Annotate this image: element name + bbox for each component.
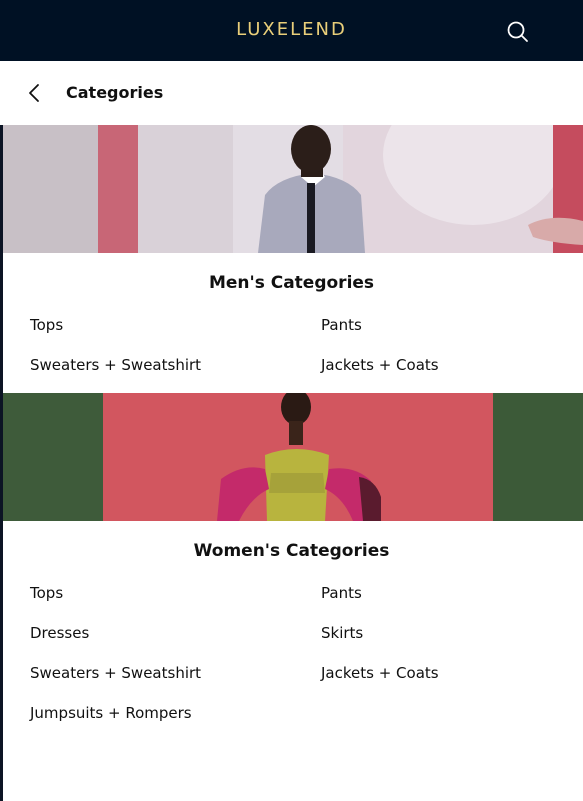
womens-category-sweaters[interactable]: Sweaters + Sweatshirt	[30, 664, 201, 682]
womens-category-dresses[interactable]: Dresses	[30, 624, 89, 642]
brand-logo[interactable]: LUXELEND	[0, 19, 583, 40]
mens-section-title: Men's Categories	[208, 273, 375, 293]
womens-section-title: Women's Categories	[193, 541, 390, 561]
chevron-left-icon	[29, 84, 39, 102]
search-button[interactable]	[505, 19, 531, 45]
womens-banner-image	[3, 393, 583, 521]
womens-category-jumpsuits[interactable]: Jumpsuits + Rompers	[30, 704, 192, 722]
page-header: Categories	[0, 61, 583, 125]
top-navigation-bar: LUXELEND	[0, 0, 583, 61]
page-title: Categories	[66, 83, 164, 102]
womens-category-skirts[interactable]: Skirts	[321, 624, 363, 642]
search-icon	[507, 21, 528, 42]
womens-category-tops[interactable]: Tops	[30, 584, 63, 602]
womens-category-banner[interactable]	[3, 393, 583, 521]
womens-category-pants[interactable]: Pants	[321, 584, 362, 602]
mens-banner-image	[3, 125, 583, 253]
mens-category-sweaters[interactable]: Sweaters + Sweatshirt	[30, 356, 201, 374]
mens-category-tops[interactable]: Tops	[30, 316, 63, 334]
back-button[interactable]	[24, 81, 46, 105]
mens-category-jackets[interactable]: Jackets + Coats	[321, 356, 439, 374]
mens-category-pants[interactable]: Pants	[321, 316, 362, 334]
mens-category-banner[interactable]	[3, 125, 583, 253]
womens-category-jackets[interactable]: Jackets + Coats	[321, 664, 439, 682]
